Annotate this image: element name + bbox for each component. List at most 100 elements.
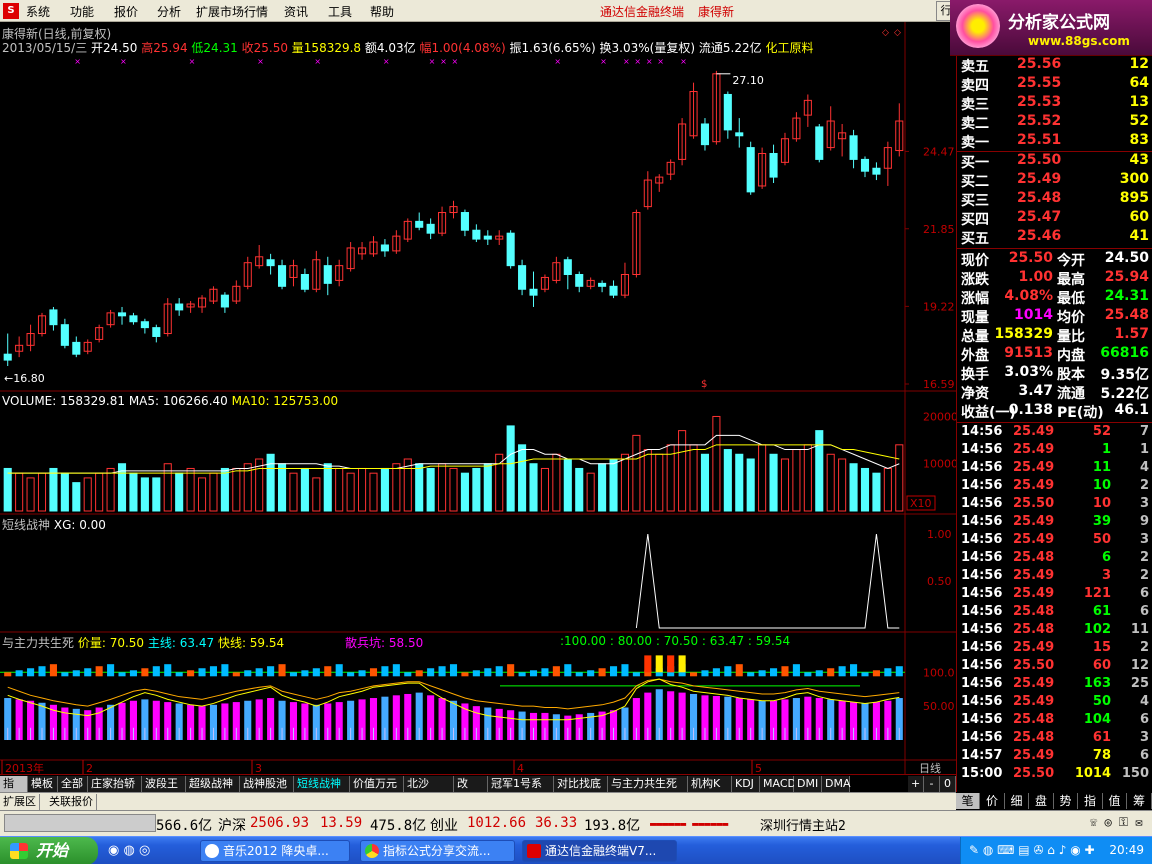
right-tab-0[interactable]: 笔 [956,793,980,809]
tab-8[interactable]: 价值万元 [350,776,404,792]
menu-analysis[interactable]: 分析 [157,3,181,20]
tick-time: 14:56 [961,640,1003,655]
status-input-box[interactable] [4,814,156,832]
tab-13[interactable]: 与主力共生死 [608,776,688,792]
task-tdx[interactable]: 通达信金融终端V7... [522,840,677,862]
tick-price: 25.48 [1013,712,1055,727]
stat-label: 最低 [1057,291,1085,307]
right-tab-2[interactable]: 细 [1005,793,1029,809]
ask-price: 25.52 [1017,113,1062,129]
tick-time: 14:57 [961,748,1003,763]
tick-row: 14:56 25.49 15 2 [957,640,1152,658]
volume-bar [826,453,835,512]
volume-bar [678,430,687,512]
tab-0[interactable]: 指标 [0,776,28,806]
tab-17[interactable]: DMI [794,776,822,792]
right-tab-5[interactable]: 指 [1079,793,1103,809]
candle-body [278,265,287,287]
menu-extended-market[interactable]: 扩展市场行情 [196,3,268,20]
tick-count: 6 [1139,712,1149,727]
tab-4[interactable]: 波段王 [142,776,186,792]
stat-label: 量比 [1057,329,1085,345]
stat-row: 换手 3.03% 股本 9.35亿 [957,364,1152,383]
tab-16[interactable]: MACD [760,776,796,792]
volume-tick-label: 20000 [923,410,956,423]
tab-control-0[interactable]: + [908,776,924,792]
tab-6[interactable]: 战神股池 [240,776,294,792]
ask-price: 25.53 [1017,94,1062,110]
tab-11[interactable]: 冠军1号系统 [488,776,554,806]
date-tick-label: 3 [255,762,262,774]
stat-label: PE(动) [1057,405,1104,421]
volume-bar [712,415,721,512]
menu-tools[interactable]: 工具 [328,3,352,20]
tab-5[interactable]: 超级战神 [186,776,240,792]
tab-10[interactable]: 改KDJ [454,776,488,806]
indicator2-top-bar [735,664,743,677]
tab-3[interactable]: 庄家抬轿 [88,776,142,792]
tab-control-1[interactable]: - [924,776,940,792]
extension-area-button[interactable]: 扩展区 [0,794,40,810]
right-tab-1[interactable]: 价 [981,793,1005,809]
tab-9[interactable]: 北沙MACD [404,776,454,806]
app-icon[interactable]: S [3,3,19,19]
right-tab-6[interactable]: 值 [1103,793,1127,809]
related-quote-button[interactable]: 关联报价 [46,794,97,810]
tab-15[interactable]: KDJ [732,776,760,792]
menu-help[interactable]: 帮助 [370,3,394,20]
candle-body [769,152,778,178]
clock: 20:49 [1109,843,1144,857]
corner-marker[interactable]: ◇ [882,28,889,38]
indicator2-top-bar [72,670,80,677]
status-tray-icons[interactable]: ☏ ◎ ⚿ ✉ [1090,815,1142,830]
menu-function[interactable]: 功能 [70,3,94,20]
volume-bar [529,463,538,512]
tick-row: 14:56 25.49 163 25 [957,676,1152,694]
right-tab-7[interactable]: 筹 [1128,793,1152,809]
status-server[interactable]: 深圳行情主站2 [760,815,846,834]
quicklaunch-icons[interactable]: ◉ ◍ ◎ [108,843,150,858]
task-music[interactable]: 音乐2012 降央卓... [200,840,350,862]
right-tab-4[interactable]: 势 [1054,793,1078,809]
menu-quote[interactable]: 报价 [114,3,138,20]
menu-info[interactable]: 资讯 [284,3,308,20]
signal-marker: × [657,57,664,66]
indicator2-top-bar [472,670,480,677]
tick-price: 25.49 [1013,748,1055,763]
right-tab-3[interactable]: 盘 [1030,793,1054,809]
volume-bar [26,477,35,512]
chart-area[interactable]: 24.47 21.85 19.22 16.59 27.10 ←16.80 × × × × × × × × ×… [0,22,958,775]
tab-14[interactable]: 机构K线 [688,776,732,806]
indicator2-tick-label: 100.0 [923,666,955,679]
menu-system[interactable]: 系统 [26,3,50,20]
stat-label: 均价 [1057,310,1085,326]
tab-12[interactable]: 对比找底 [554,776,608,792]
indicator2-top-bar [221,664,229,677]
volume-bar [506,425,515,512]
tab-18[interactable]: DMA [822,776,851,792]
volume-bar [815,430,824,512]
tick-volume: 3 [1101,568,1111,583]
candle-body [563,259,572,276]
tick-price: 25.49 [1013,460,1055,475]
status-ticker-graphic: ▬▬▬▬▬▬ ▬▬▬▬▬▬ [650,819,729,830]
task-browser[interactable]: 指标公式分享交流... [360,840,515,862]
tab-2[interactable]: 全部 [58,776,88,792]
volume-bar [872,472,881,512]
price-tick-label: 16.59 [923,378,955,391]
bid-row: 买一 25.50 43 [957,152,1152,171]
tab-1[interactable]: 模板 [28,776,58,792]
corner-marker[interactable]: ◇ [894,28,901,38]
indicator2-scatter: 散兵坑: 58.50 [345,636,424,650]
indicator2-top-bar [427,668,435,677]
tray-icons[interactable]: ✎ ◍ ⌨ ▤ ✇ ⌂ ♪ ◉ ✚ [969,843,1095,857]
tab-control-2[interactable]: 0 [940,776,956,792]
tick-price: 25.50 [1013,766,1055,781]
ad-banner[interactable]: 分析家公式网 www.88gs.com [950,0,1152,56]
start-button[interactable]: 开始 [0,837,98,864]
period-label[interactable]: 日线 [919,761,941,775]
tab-7[interactable]: 短线战神 [294,776,350,792]
candle-body [700,123,710,146]
indicator2-top-bar [175,672,183,677]
volume-bar [60,472,69,512]
